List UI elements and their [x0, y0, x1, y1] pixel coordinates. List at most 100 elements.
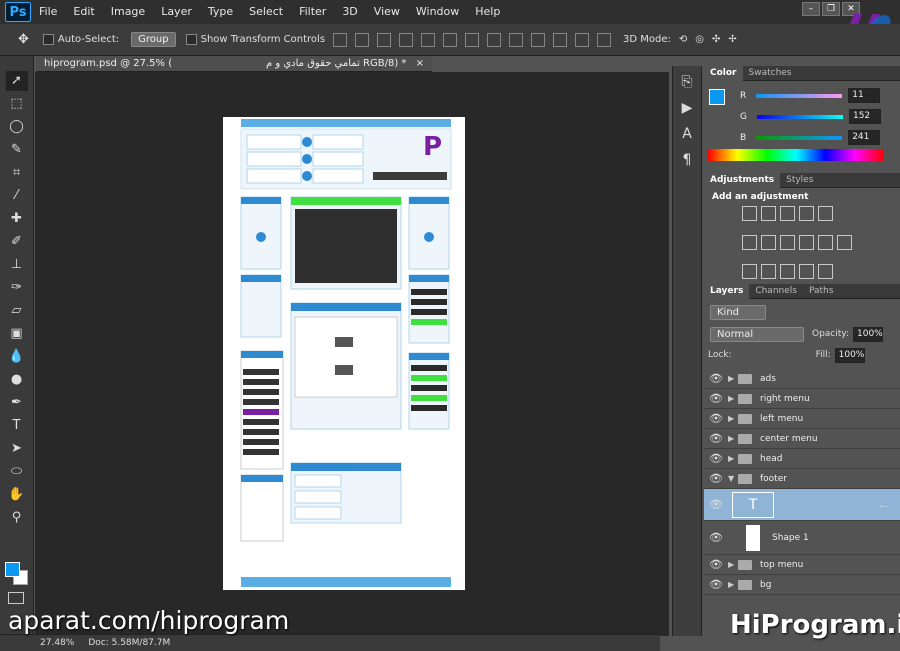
tab-channels[interactable]: Channels: [749, 284, 803, 299]
vibrance-icon[interactable]: [818, 206, 833, 221]
layer-head[interactable]: 👁 ▶ head: [704, 449, 900, 469]
menu-layer[interactable]: Layer: [153, 0, 200, 24]
3d-slide-icon[interactable]: ✢: [728, 34, 736, 45]
distribute-center-icon[interactable]: [553, 32, 568, 47]
b-slider[interactable]: [756, 135, 843, 140]
path-select-tool-icon[interactable]: ➤: [6, 439, 28, 459]
document-canvas[interactable]: P: [223, 117, 465, 590]
crop-tool-icon[interactable]: ⌗: [6, 163, 28, 183]
eyedropper-tool-icon[interactable]: ⁄: [6, 186, 28, 206]
layer-shape-1[interactable]: 👁 Shape 1: [704, 521, 900, 555]
layer-footer[interactable]: 👁 ▼ footer: [704, 469, 900, 489]
visibility-eye-icon[interactable]: 👁: [704, 372, 728, 385]
visibility-eye-icon[interactable]: 👁: [704, 531, 728, 544]
distribute-top-icon[interactable]: [465, 32, 480, 47]
color-balance-icon[interactable]: [761, 235, 776, 250]
menu-select[interactable]: Select: [241, 0, 291, 24]
align-left-icon[interactable]: [399, 32, 414, 47]
menu-edit[interactable]: Edit: [65, 0, 102, 24]
menu-view[interactable]: View: [366, 0, 408, 24]
expand-triangle-icon[interactable]: ▶: [728, 414, 738, 423]
levels-icon[interactable]: [761, 206, 776, 221]
align-middle-icon[interactable]: [355, 32, 370, 47]
doc-size[interactable]: Doc: 5.58M/87.7M: [88, 638, 170, 648]
quick-mask-icon[interactable]: [8, 592, 24, 604]
threshold-icon[interactable]: [780, 264, 795, 279]
dodge-tool-icon[interactable]: ●: [6, 370, 28, 390]
r-input[interactable]: 11: [848, 88, 881, 103]
visibility-eye-icon[interactable]: 👁: [704, 392, 728, 405]
photo-filter-icon[interactable]: [799, 235, 814, 250]
type-tool-icon[interactable]: T: [6, 416, 28, 436]
close-tab-icon[interactable]: ×: [416, 58, 424, 69]
expand-triangle-icon[interactable]: ▶: [728, 394, 738, 403]
invert-icon[interactable]: [742, 264, 757, 279]
tab-styles[interactable]: Styles: [780, 173, 819, 188]
healing-tool-icon[interactable]: ✚: [6, 209, 28, 229]
gradient-map-icon[interactable]: [818, 264, 833, 279]
3d-roll-icon[interactable]: ◎: [695, 34, 704, 45]
history-panel-icon[interactable]: ⎘: [677, 72, 697, 92]
menu-3d[interactable]: 3D: [334, 0, 365, 24]
blend-mode-dropdown[interactable]: Normal: [710, 326, 804, 342]
blur-tool-icon[interactable]: 💧: [6, 347, 28, 367]
zoom-tool-icon[interactable]: ⚲: [6, 508, 28, 528]
character-panel-icon[interactable]: A: [677, 124, 697, 144]
color-foreground-swatch[interactable]: [709, 89, 725, 105]
layer-filter-dropdown[interactable]: Kind: [710, 304, 766, 320]
align-right-icon[interactable]: [443, 32, 458, 47]
align-bottom-icon[interactable]: [377, 32, 392, 47]
visibility-eye-icon[interactable]: 👁: [704, 578, 728, 591]
zoom-level[interactable]: 27.48%: [40, 638, 74, 648]
channel-mixer-icon[interactable]: [818, 235, 833, 250]
foreground-color-swatch[interactable]: [5, 562, 20, 577]
r-slider[interactable]: [756, 93, 843, 98]
brightness-icon[interactable]: [742, 206, 757, 221]
menu-window[interactable]: Window: [408, 0, 467, 24]
visibility-eye-icon[interactable]: 👁: [704, 412, 728, 425]
menu-file[interactable]: File: [31, 0, 65, 24]
layer-ads[interactable]: 👁 ▶ ads: [704, 369, 900, 389]
align-top-icon[interactable]: [333, 32, 348, 47]
expand-triangle-icon[interactable]: ▶: [728, 560, 738, 569]
menu-type[interactable]: Type: [200, 0, 241, 24]
posterize-icon[interactable]: [761, 264, 776, 279]
tab-color[interactable]: Color: [704, 65, 743, 81]
3d-rotate-icon[interactable]: ⟲: [679, 34, 687, 45]
paragraph-panel-icon[interactable]: ¶: [677, 150, 697, 170]
move-tool-icon[interactable]: ✥: [18, 32, 29, 47]
expand-triangle-icon[interactable]: ▶: [728, 580, 738, 589]
3d-pan-icon[interactable]: ✣: [712, 34, 720, 45]
color-spectrum-bar[interactable]: [708, 149, 884, 161]
collapse-triangle-icon[interactable]: ▼: [728, 474, 738, 483]
layer-bg[interactable]: 👁 ▶ bg: [704, 575, 900, 595]
tab-paths[interactable]: Paths: [803, 284, 839, 299]
expand-triangle-icon[interactable]: ▶: [728, 454, 738, 463]
color-lookup-icon[interactable]: [837, 235, 852, 250]
history-brush-icon[interactable]: ✑: [6, 278, 28, 298]
layer-left-menu[interactable]: 👁 ▶ left menu: [704, 409, 900, 429]
curves-icon[interactable]: [780, 206, 795, 221]
exposure-icon[interactable]: [799, 206, 814, 221]
document-tab[interactable]: hiprogram.psd @ 27.5% ( تمامي حقوق مادي …: [36, 56, 432, 72]
selective-color-icon[interactable]: [799, 264, 814, 279]
menu-filter[interactable]: Filter: [291, 0, 334, 24]
opacity-input[interactable]: 100%: [853, 326, 883, 342]
g-input[interactable]: 152: [848, 109, 881, 124]
auto-select-dropdown[interactable]: Group: [131, 32, 176, 47]
visibility-eye-icon[interactable]: 👁: [704, 452, 728, 465]
hue-saturation-icon[interactable]: [742, 235, 757, 250]
pen-tool-icon[interactable]: ✒: [6, 393, 28, 413]
actions-panel-icon[interactable]: ▶: [677, 98, 697, 118]
hand-tool-icon[interactable]: ✋: [6, 485, 28, 505]
distribute-middle-icon[interactable]: [487, 32, 502, 47]
layer-right-menu[interactable]: 👁 ▶ right menu: [704, 389, 900, 409]
menu-image[interactable]: Image: [103, 0, 153, 24]
brush-tool-icon[interactable]: ✐: [6, 232, 28, 252]
auto-select-checkbox[interactable]: [42, 34, 54, 45]
shape-tool-icon[interactable]: ⬭: [6, 462, 28, 482]
fill-input[interactable]: 100%: [834, 347, 865, 363]
transform-controls-checkbox[interactable]: [185, 34, 197, 45]
layer-text-selected[interactable]: 👁 T ...: [704, 489, 900, 521]
auto-align-icon[interactable]: [597, 32, 612, 47]
